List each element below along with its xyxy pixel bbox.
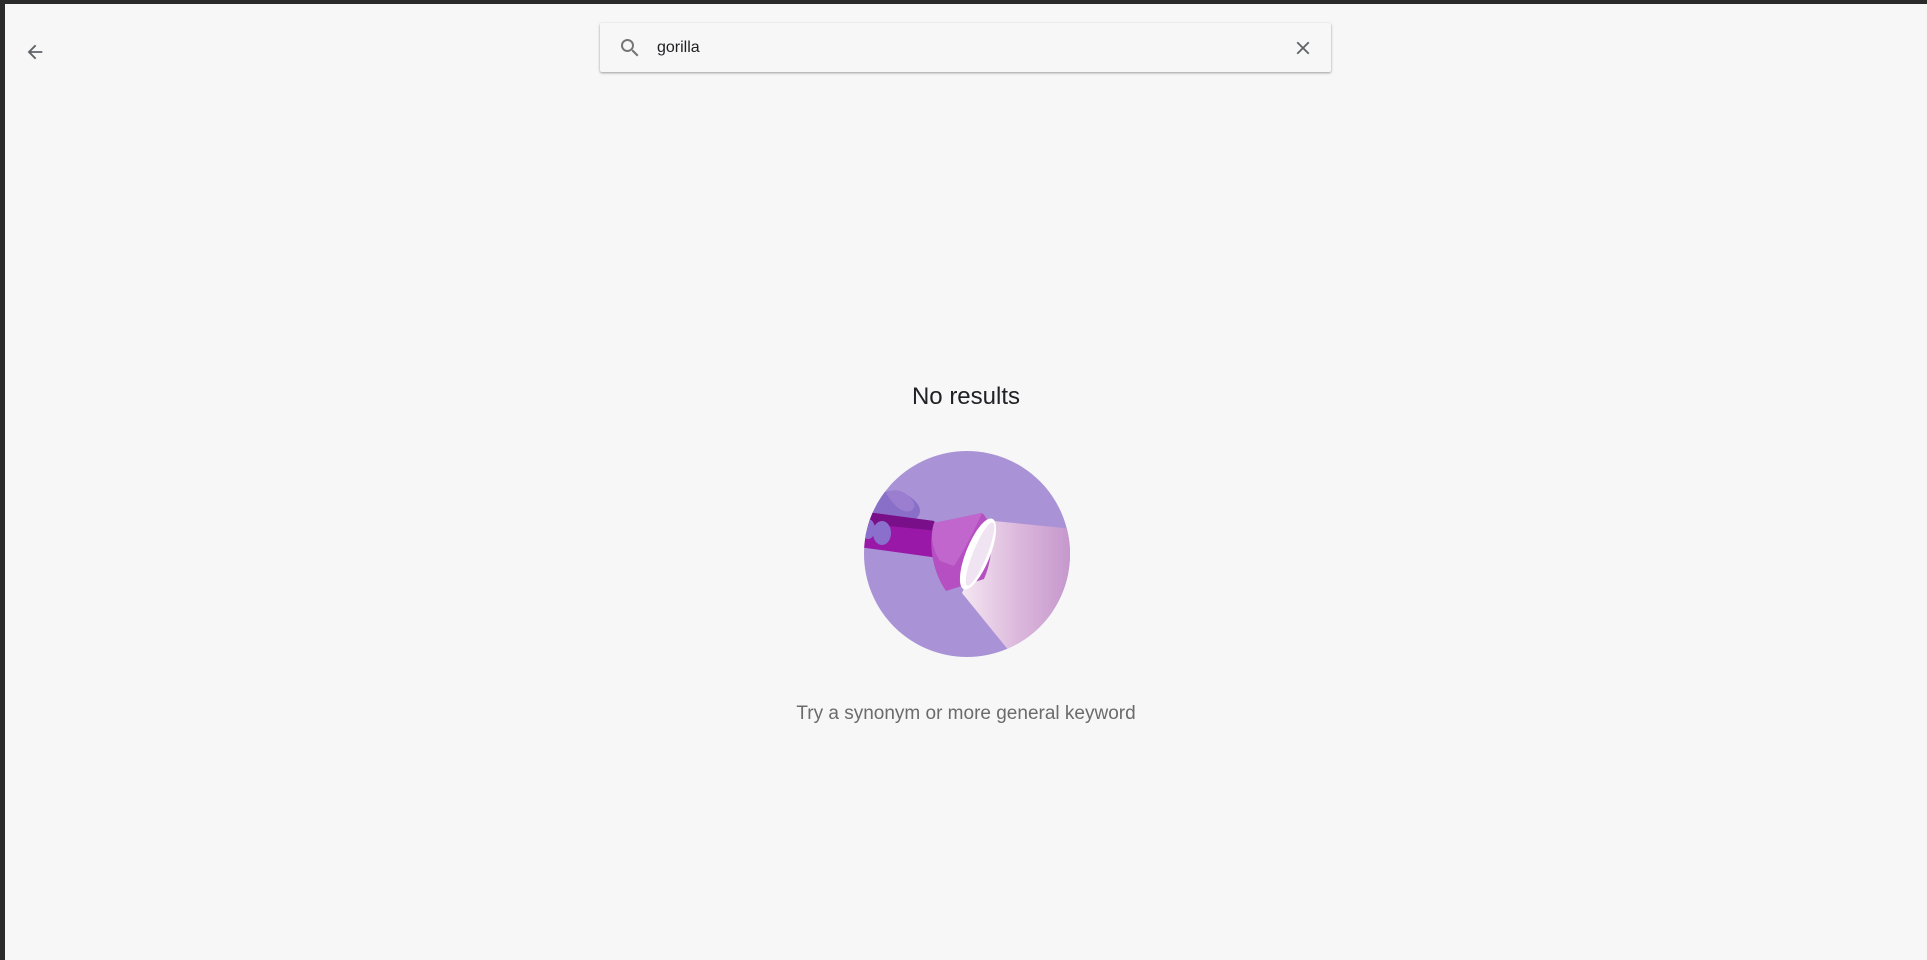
flashlight-illustration xyxy=(864,451,1070,657)
arrow-back-icon xyxy=(27,44,43,60)
empty-state-title: No results xyxy=(911,383,1021,410)
back-button[interactable] xyxy=(17,34,53,70)
clear-search-button[interactable] xyxy=(1285,30,1321,66)
search-bar xyxy=(600,23,1331,72)
search-input[interactable] xyxy=(657,23,1285,72)
empty-state-hint: Try a synonym or more general keyword xyxy=(796,703,1136,724)
close-icon xyxy=(1296,41,1310,54)
app-window: No results xyxy=(5,4,1927,960)
search-icon xyxy=(617,35,643,61)
